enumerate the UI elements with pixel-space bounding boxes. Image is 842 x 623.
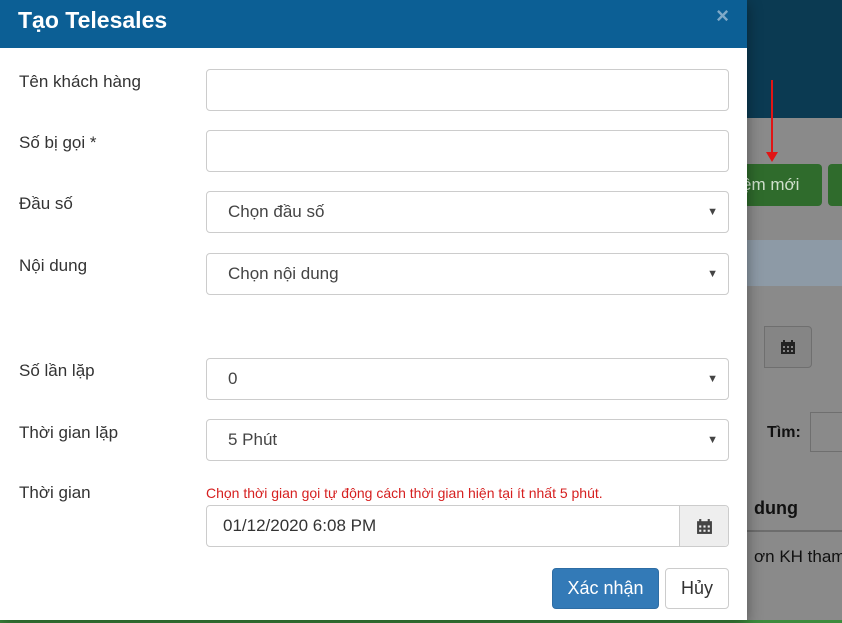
time-label: Thời gian (19, 483, 91, 502)
table-column-header: dung (754, 498, 798, 518)
calendar-icon (781, 340, 795, 354)
time-hint: Chọn thời gian gọi tự động cách thời gia… (206, 485, 603, 501)
customer-name-label: Tên khách hàng (19, 72, 141, 91)
content-select[interactable]: Chọn nội dung ▼ (206, 253, 729, 295)
datetime-input[interactable]: 01/12/2020 6:08 PM (207, 506, 679, 546)
red-arrow-head (766, 152, 778, 162)
caret-down-icon: ▼ (707, 268, 718, 280)
modal-header: Tạo Telesales × (0, 0, 747, 48)
caret-down-icon: ▼ (707, 434, 718, 446)
secondary-green-button[interactable] (828, 164, 842, 206)
prefix-label: Đầu số (19, 194, 73, 213)
search-label: Tìm: (767, 424, 801, 441)
background-filter-bar (740, 240, 842, 286)
cancel-button[interactable]: Hủy (665, 568, 729, 609)
repeat-interval-label: Thời gian lặp (19, 423, 119, 442)
calendar-icon (696, 518, 712, 534)
repeat-interval-select-value: 5 Phút (228, 430, 278, 449)
table-row: ơn KH tham (754, 547, 842, 566)
caret-down-icon: ▼ (707, 373, 718, 385)
repeat-count-select-value: 0 (228, 369, 238, 388)
table-divider (740, 530, 842, 532)
repeat-interval-select[interactable]: 5 Phút ▼ (206, 419, 729, 461)
datetime-picker: 01/12/2020 6:08 PM (206, 505, 729, 547)
modal-title: Tạo Telesales (18, 7, 168, 33)
content-select-value: Chọn nội dung (228, 264, 339, 283)
confirm-button[interactable]: Xác nhận (552, 568, 659, 609)
repeat-count-select[interactable]: 0 ▼ (206, 358, 729, 400)
red-arrow (771, 80, 773, 160)
close-icon[interactable]: × (716, 5, 729, 27)
called-number-label: Số bị gọi * (19, 133, 97, 152)
prefix-select-value: Chọn đầu số (228, 202, 325, 221)
telesales-modal: Tạo Telesales × Tên khách hàng Số bị gọi… (0, 0, 747, 620)
search-input[interactable] (810, 412, 842, 452)
prefix-select[interactable]: Chọn đầu số ▼ (206, 191, 729, 233)
content-label: Nội dung (19, 256, 88, 275)
calendar-button[interactable] (679, 506, 728, 546)
customer-name-input[interactable] (206, 69, 729, 111)
background-calendar-button[interactable] (764, 326, 812, 368)
called-number-input[interactable] (206, 130, 729, 172)
caret-down-icon: ▼ (707, 206, 718, 218)
repeat-count-label: Số lần lặp (19, 361, 95, 380)
